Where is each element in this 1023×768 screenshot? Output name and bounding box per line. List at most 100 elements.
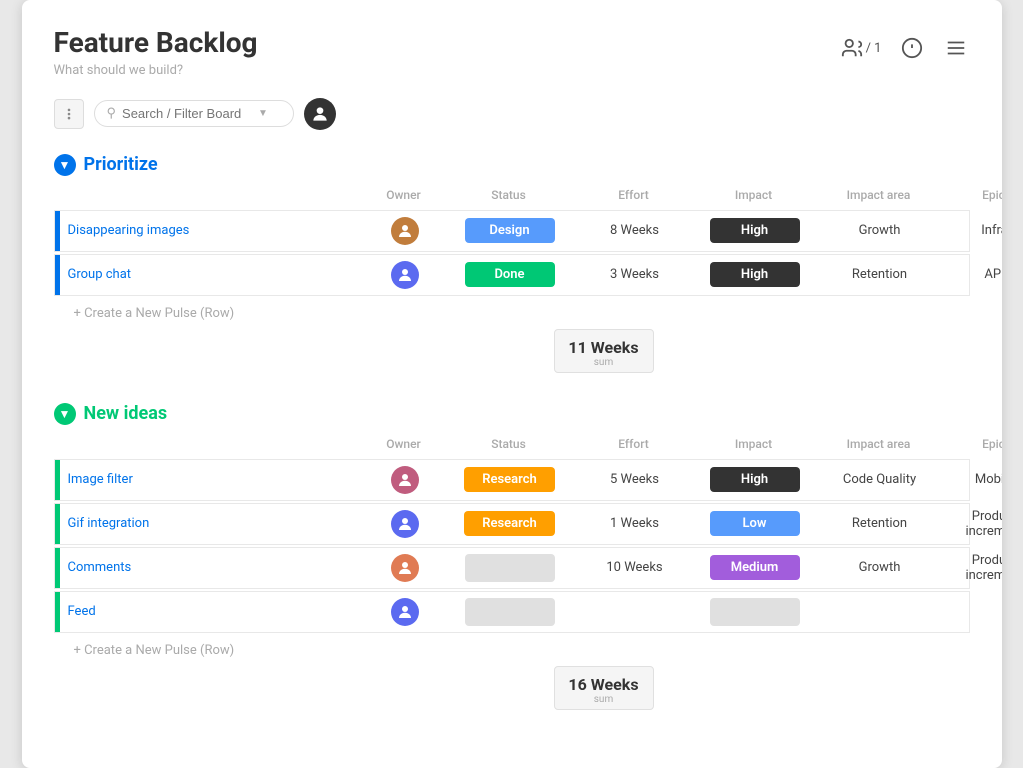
- row-title[interactable]: Image filter: [60, 462, 141, 497]
- status-empty: [465, 598, 555, 626]
- col-header-4: Impact: [694, 437, 814, 451]
- epic-cell: Product increment: [945, 509, 1002, 539]
- effort-cell: 1 Weeks: [575, 516, 695, 531]
- col-header-2: Status: [444, 188, 574, 202]
- user-avatar-btn[interactable]: [304, 98, 336, 130]
- users-icon: [841, 37, 863, 59]
- chevron-down-icon: ▼: [59, 407, 71, 421]
- sections-container: ▼ Prioritize OwnerStatusEffortImpactImpact…: [54, 154, 970, 710]
- header: Feature Backlog What should we build? / …: [54, 28, 970, 78]
- row-left-3: Feed: [55, 592, 365, 632]
- row-title[interactable]: Feed: [60, 594, 104, 629]
- sum-label: sum: [559, 694, 649, 705]
- impact-badge: High: [710, 262, 800, 287]
- create-pulse-row[interactable]: + Create a New Pulse (Row): [54, 298, 970, 325]
- notifications-icon[interactable]: [898, 34, 926, 62]
- avatar: [391, 217, 419, 245]
- row-left-1: Gif integration: [55, 504, 365, 544]
- impact-cell[interactable]: High: [695, 262, 815, 287]
- impact-cell[interactable]: Low: [695, 511, 815, 536]
- epic-cell: Product increment: [945, 553, 1002, 583]
- menu-icon[interactable]: [942, 34, 970, 62]
- avatar: [391, 554, 419, 582]
- table-row: Group chat Done3 WeeksHighRetentionAPI: [54, 254, 970, 296]
- owner-cell: [365, 554, 445, 582]
- header-left: Feature Backlog What should we build?: [54, 28, 258, 78]
- search-box[interactable]: ⚲ ▼: [94, 100, 294, 127]
- toolbar-extra-btn[interactable]: [54, 99, 84, 129]
- page-title: Feature Backlog: [54, 28, 258, 59]
- impact-cell[interactable]: High: [695, 467, 815, 492]
- row-left-0: Image filter: [55, 460, 365, 500]
- create-pulse-row[interactable]: + Create a New Pulse (Row): [54, 635, 970, 662]
- user-count: / 1: [841, 37, 882, 59]
- owner-cell: [365, 510, 445, 538]
- col-headers-new-ideas: OwnerStatusEffortImpactImpact areaEpic+: [54, 433, 970, 459]
- status-cell[interactable]: Research: [445, 467, 575, 492]
- table-row: Comments 10 WeeksMediumGrowthProduct inc…: [54, 547, 970, 589]
- col-header-1: Owner: [364, 188, 444, 202]
- col-header-5: Impact area: [814, 188, 944, 202]
- col-header-6: Epic: [944, 188, 1002, 202]
- impact-empty: [710, 598, 800, 626]
- status-badge: Done: [465, 262, 555, 287]
- status-cell[interactable]: Research: [445, 511, 575, 536]
- sum-box: 16 Weeks sum: [554, 666, 654, 710]
- status-cell[interactable]: [445, 554, 575, 582]
- owner-cell: [365, 261, 445, 289]
- epic-cell: Mobile: [945, 472, 1002, 487]
- section-toggle-prioritize[interactable]: ▼: [54, 154, 76, 176]
- app-container: Feature Backlog What should we build? / …: [22, 0, 1002, 768]
- impact-cell[interactable]: High: [695, 218, 815, 243]
- row-title[interactable]: Disappearing images: [60, 213, 198, 248]
- section-header-new-ideas: ▼New ideas: [54, 403, 970, 425]
- impact-badge: Medium: [710, 555, 800, 580]
- avatar: [391, 510, 419, 538]
- sum-value: 11 Weeks: [559, 338, 649, 357]
- sum-wrapper: 16 Weeks sum: [54, 662, 970, 710]
- search-input[interactable]: [122, 106, 252, 121]
- row-title[interactable]: Gif integration: [60, 506, 158, 541]
- impact-area-cell: Retention: [815, 267, 945, 282]
- status-cell[interactable]: Design: [445, 218, 575, 243]
- owner-cell: [365, 466, 445, 494]
- status-badge: Research: [464, 511, 555, 536]
- status-cell[interactable]: Done: [445, 262, 575, 287]
- chevron-down-icon: ▼: [59, 158, 71, 172]
- effort-cell: 3 Weeks: [575, 267, 695, 282]
- avatar-icon: [310, 104, 330, 124]
- col-header-5: Impact area: [814, 437, 944, 451]
- row-title[interactable]: Group chat: [60, 257, 140, 292]
- avatar: [391, 466, 419, 494]
- avatar: [391, 598, 419, 626]
- search-dropdown-arrow[interactable]: ▼: [258, 108, 268, 119]
- impact-cell[interactable]: [695, 598, 815, 626]
- owner-cell: [365, 217, 445, 245]
- section-toggle-new-ideas[interactable]: ▼: [54, 403, 76, 425]
- table-row: Disappearing images Design 8 Weeks High Gro…: [54, 210, 970, 252]
- impact-badge: Low: [710, 511, 800, 536]
- sum-label: sum: [559, 357, 649, 368]
- header-actions: / 1: [841, 34, 970, 62]
- status-cell[interactable]: [445, 598, 575, 626]
- epic-cell: Infra: [945, 223, 1002, 238]
- avatar: [391, 261, 419, 289]
- status-badge: Research: [464, 467, 555, 492]
- row-left-2: Comments: [55, 548, 365, 588]
- table-row: Gif integration Research 1 Weeks Low Retent…: [54, 503, 970, 545]
- impact-area-cell: Retention: [815, 516, 945, 531]
- search-icon: ⚲: [107, 106, 117, 121]
- row-title[interactable]: Comments: [60, 550, 140, 585]
- section-title-prioritize: Prioritize: [84, 154, 970, 175]
- effort-cell: 8 Weeks: [575, 223, 695, 238]
- impact-badge: High: [710, 218, 800, 243]
- table-row: Feed: [54, 591, 970, 633]
- impact-area-cell: Growth: [815, 560, 945, 575]
- epic-cell: API: [945, 267, 1002, 282]
- impact-area-cell: Growth: [815, 223, 945, 238]
- col-header-2: Status: [444, 437, 574, 451]
- impact-cell[interactable]: Medium: [695, 555, 815, 580]
- effort-cell: 5 Weeks: [575, 472, 695, 487]
- impact-badge: High: [710, 467, 800, 492]
- status-badge: Design: [465, 218, 555, 243]
